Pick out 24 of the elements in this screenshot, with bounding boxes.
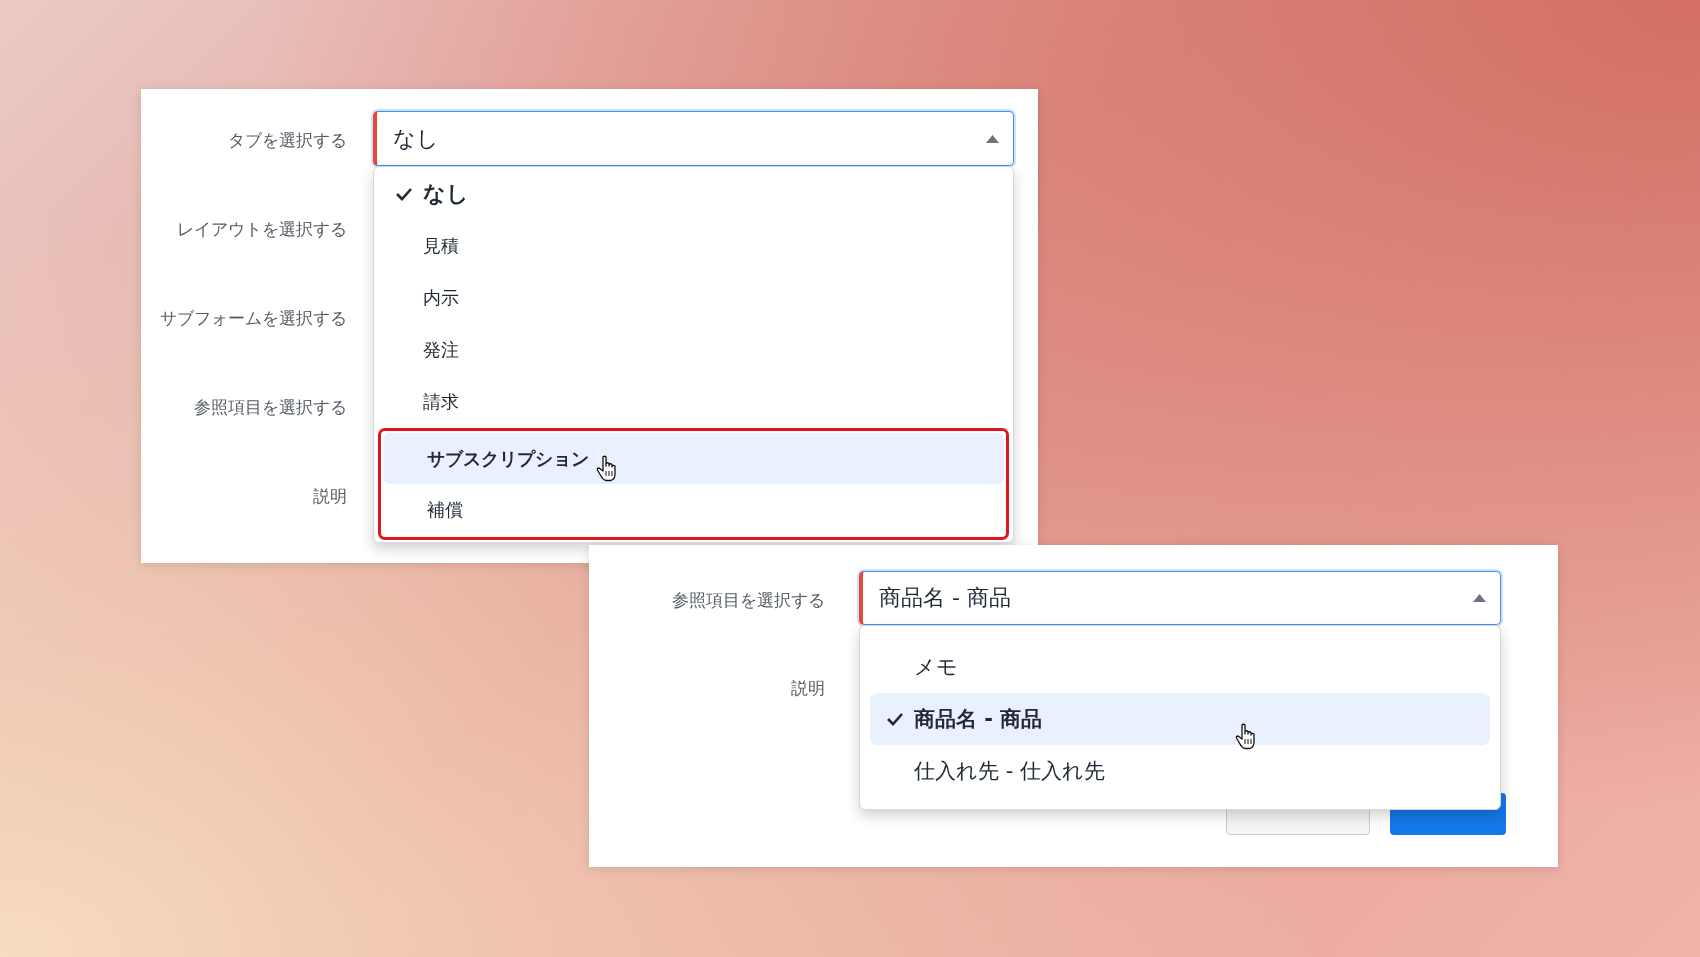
- field-label: 参照項目を選択する: [194, 396, 347, 419]
- caret-icon: [1473, 594, 1486, 602]
- select-field[interactable]: 商品名 - 商品: [859, 571, 1501, 625]
- field-label: 説明: [791, 676, 825, 700]
- field-label: レイアウトを選択する: [177, 218, 347, 241]
- dropdown-option[interactable]: サブスクリプション: [383, 433, 1004, 484]
- dropdown-option[interactable]: メモ: [870, 641, 1490, 693]
- dropdown-option[interactable]: 内示: [379, 272, 1008, 324]
- dropdown-option[interactable]: なし: [379, 168, 1008, 220]
- caret-icon: [986, 134, 999, 143]
- field-label: 説明: [313, 485, 347, 508]
- checkmark-icon: [395, 187, 413, 201]
- dropdown-option[interactable]: 補償: [383, 484, 1004, 535]
- dropdown-option[interactable]: 発注: [379, 324, 1008, 376]
- checkmark-icon: [886, 712, 904, 726]
- hand-cursor-icon: [596, 455, 618, 482]
- field-label: 参照項目を選択する: [672, 588, 825, 612]
- field-label: タブを選択する: [228, 129, 347, 152]
- select-field[interactable]: なし: [373, 111, 1014, 166]
- dropdown-option[interactable]: 見積: [379, 220, 1008, 272]
- field-label: サブフォームを選択する: [160, 307, 347, 330]
- dropdown-option[interactable]: 仕入れ先 - 仕入れ先: [870, 745, 1490, 797]
- hand-cursor-icon: [1235, 723, 1257, 750]
- dropdown-option[interactable]: 請求: [379, 376, 1008, 428]
